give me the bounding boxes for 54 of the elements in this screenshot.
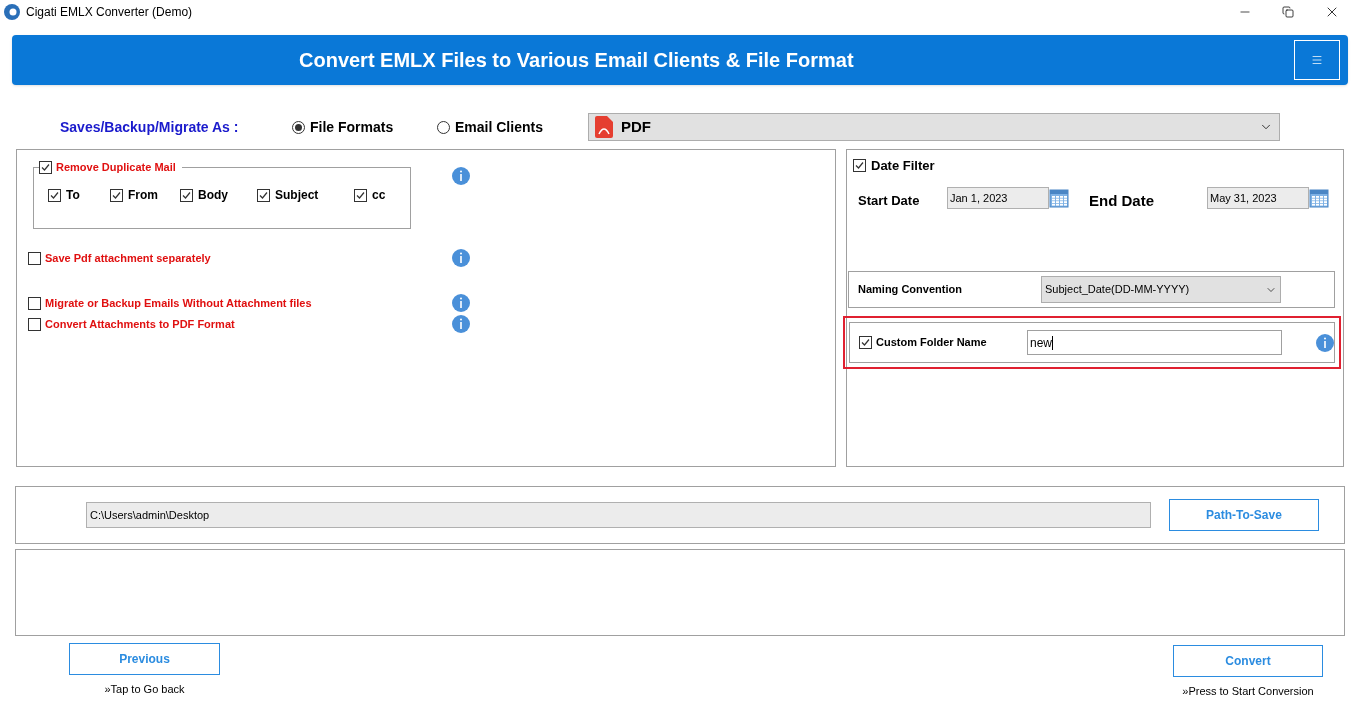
calendar-icon[interactable]: [1309, 187, 1329, 208]
option-label: Migrate or Backup Emails Without Attachment files: [45, 295, 312, 311]
save-as-label: Saves/Backup/Migrate As :: [60, 117, 240, 137]
custom-folder-label: Custom Folder Name: [876, 335, 987, 351]
info-icon[interactable]: [452, 249, 470, 267]
info-icon[interactable]: [452, 315, 470, 333]
path-to-save-button[interactable]: Path-To-Save: [1169, 499, 1319, 531]
format-dropdown[interactable]: PDF: [588, 113, 1280, 141]
checkbox[interactable]: [859, 336, 872, 349]
info-icon[interactable]: [452, 167, 470, 185]
checkbox[interactable]: [110, 188, 123, 202]
start-date-field[interactable]: Jan 1, 2023: [947, 186, 1049, 209]
checkbox[interactable]: [28, 317, 41, 331]
checkbox[interactable]: [180, 188, 193, 202]
field-label: To: [66, 187, 80, 204]
checkbox[interactable]: [354, 188, 367, 202]
checkbox[interactable]: [257, 188, 270, 202]
previous-button[interactable]: Previous: [69, 643, 220, 675]
button-hint: »Press to Start Conversion: [1182, 684, 1314, 699]
checkbox[interactable]: [28, 251, 41, 265]
checkbox[interactable]: [39, 160, 52, 174]
button-hint: »Tap to Go back: [104, 682, 185, 697]
menu-icon: [1311, 54, 1323, 66]
end-date-field[interactable]: May 31, 2023: [1207, 186, 1309, 209]
checkbox[interactable]: [853, 159, 866, 173]
date-filter-label: Date Filter: [871, 157, 935, 175]
end-date-label: End Date: [1089, 190, 1155, 211]
pdf-file-icon: [595, 116, 613, 138]
radio-option[interactable]: Email Clients: [437, 116, 588, 138]
menu-button[interactable]: [1294, 40, 1340, 80]
option-label: Save Pdf attachment separately: [45, 250, 211, 266]
checkbox[interactable]: [48, 188, 61, 202]
option-label: Convert Attachments to PDF Format: [45, 316, 235, 332]
option-label: Remove Duplicate Mail: [56, 160, 176, 175]
field-label: Subject: [275, 187, 319, 204]
field-label: cc: [372, 187, 386, 204]
info-icon[interactable]: [452, 294, 470, 312]
restore-icon[interactable]: [1282, 6, 1294, 18]
format-value: PDF: [621, 116, 651, 137]
path-field[interactable]: C:\Users\admin\Desktop: [86, 502, 1151, 528]
start-date-label: Start Date: [858, 192, 921, 210]
convert-button[interactable]: Convert: [1173, 645, 1323, 677]
window-title: Cigati EMLX Converter (Demo): [26, 4, 193, 21]
field-label: Body: [198, 187, 228, 204]
banner-title: Convert EMLX Files to Various Email Clients & File Format: [299, 48, 854, 73]
app-logo-icon: [4, 4, 20, 20]
checkbox[interactable]: [28, 296, 41, 310]
calendar-icon[interactable]: [1049, 187, 1069, 208]
folder-name-field[interactable]: new: [1027, 330, 1282, 355]
radio-option[interactable]: File Formats: [292, 116, 437, 138]
naming-dropdown[interactable]: Subject_Date(DD-MM-YYYY): [1041, 276, 1281, 303]
field-label: From: [128, 187, 158, 204]
naming-convention-label: Naming Convention: [858, 282, 963, 298]
info-icon[interactable]: [1316, 333, 1334, 352]
